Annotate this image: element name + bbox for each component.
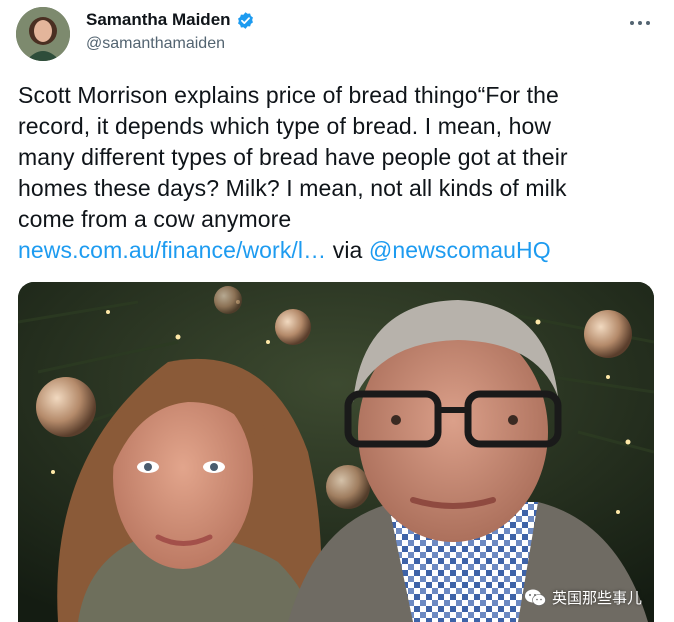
watermark-text: 英国那些事儿 [551,590,642,607]
display-name[interactable]: Samantha Maiden [86,10,231,30]
tweet-text-line: homes these days? Milk? I mean, not all … [18,175,567,201]
tweet-text: Scott Morrison explains price of bread t… [18,80,658,266]
more-options-icon[interactable] [628,14,652,32]
tweet-text-line: many different types of bread have peopl… [18,144,568,170]
tweet-link-line: news.com.au/finance/work/l… via @newscom… [18,235,658,266]
avatar[interactable] [16,7,70,61]
tweet-card: Samantha Maiden @samanthamaiden Scott Mo… [0,0,674,622]
wechat-icon [524,588,546,608]
watermark: 英国那些事儿 [524,587,642,608]
tweet-text-line: come from a cow anymore [18,206,292,232]
author-handle[interactable]: @samanthamaiden [86,35,225,53]
tweet-media-image[interactable]: 英国那些事儿 [18,282,654,622]
mention-link[interactable]: @newscomauHQ [369,237,551,263]
article-link[interactable]: news.com.au/finance/work/l… [18,237,326,263]
tweet-text-line: Scott Morrison explains price of bread t… [18,82,559,108]
verified-badge-icon [236,11,255,30]
via-label: via [332,237,363,263]
tweet-text-line: record, it depends which type of bread. … [18,113,552,139]
author-name-row[interactable]: Samantha Maiden [86,10,255,30]
